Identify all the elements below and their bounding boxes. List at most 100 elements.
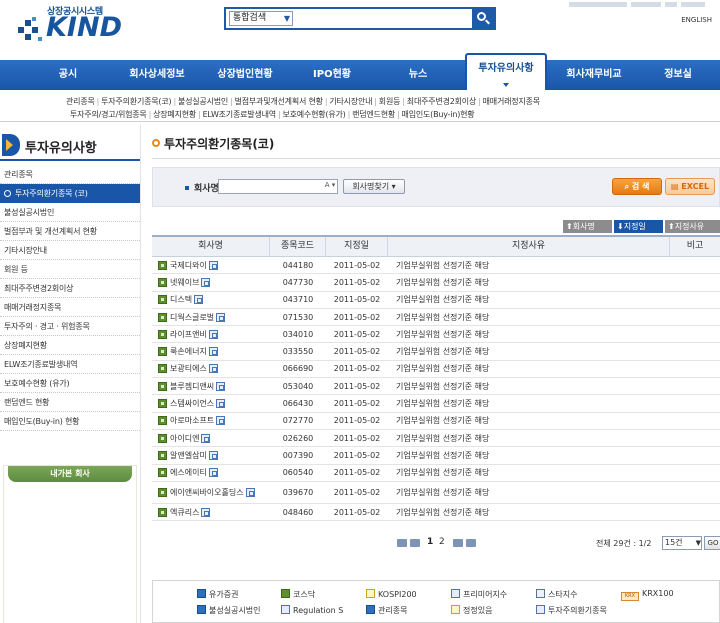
subnav-item[interactable]: 보호예수현황(유가) xyxy=(282,110,345,119)
next-page-icon[interactable] xyxy=(453,539,463,547)
sidebar-item-caution-kosdaq[interactable]: 투자주의환기종목 (코) xyxy=(0,184,140,203)
top-link[interactable] xyxy=(631,2,661,7)
kind-logo[interactable]: KIND xyxy=(18,12,128,45)
english-link[interactable]: ENGLISH xyxy=(681,16,712,24)
table-row[interactable]: 에스에이티 060540 2011-05-02 기업부실위험 선정기준 해당 xyxy=(152,465,720,482)
table-row[interactable]: 보광티에스 066690 2011-05-02 기업부실위험 선정기준 해당 xyxy=(152,361,720,379)
search-scope-select[interactable]: 통합검색 ▼ xyxy=(229,11,293,26)
sidebar-item-random-end[interactable]: 랜덤엔드 현황 xyxy=(0,393,140,412)
table-row[interactable]: 디스텍 043710 2011-05-02 기업부실위험 선정기준 해당 xyxy=(152,292,720,309)
top-link[interactable] xyxy=(665,2,677,7)
company-info-icon[interactable] xyxy=(216,399,226,409)
company-name[interactable]: 에이앤씨바이오홀딩스 xyxy=(170,487,244,498)
company-name[interactable]: 넷웨이브 xyxy=(170,277,199,288)
sidebar-item-other-notice[interactable]: 기타시장안내 xyxy=(0,241,140,260)
company-name[interactable]: 알앤엘삼미 xyxy=(170,450,207,461)
company-info-icon[interactable] xyxy=(208,329,218,339)
global-search-input[interactable] xyxy=(296,11,472,26)
company-info-icon[interactable] xyxy=(201,277,211,287)
company-cell[interactable]: 아이디엔 xyxy=(158,430,270,446)
company-name[interactable]: 스템싸이언스 xyxy=(170,398,214,409)
sidebar-item-elw[interactable]: ELW조기종료발생내역 xyxy=(0,355,140,374)
table-row[interactable]: 스템싸이언스 066430 2011-05-02 기업부실위험 선정기준 해당 xyxy=(152,395,720,413)
table-row[interactable]: 알앤엘삼미 007390 2011-05-02 기업부실위험 선정기준 해당 xyxy=(152,447,720,465)
find-company-button[interactable]: 회사명찾기 ▾ xyxy=(343,179,405,194)
nav-item-ipo[interactable]: IPO현황 xyxy=(302,60,362,90)
company-info-icon[interactable] xyxy=(216,312,226,322)
excel-download-button[interactable]: ▤ EXCEL xyxy=(665,178,715,195)
top-link[interactable] xyxy=(569,2,627,7)
nav-item-info-room[interactable]: 정보실 xyxy=(648,60,708,90)
go-button[interactable]: GO xyxy=(704,536,720,550)
autocomplete-toggle[interactable]: A ▾ xyxy=(321,179,339,194)
company-name[interactable]: 블루젬디앤씨 xyxy=(170,381,214,392)
company-cell[interactable]: 엑큐리스 xyxy=(158,504,270,520)
nav-item-investor-caution[interactable]: 투자유의사항 xyxy=(465,53,547,90)
subnav-item[interactable]: 회원등 xyxy=(379,97,401,106)
sidebar-item-major-shareholder[interactable]: 최대주주변경2회이상 xyxy=(0,279,140,298)
company-info-icon[interactable] xyxy=(216,416,226,426)
sort-by-name-button[interactable]: ⬆회사명 xyxy=(563,220,612,233)
page-number[interactable]: 2 xyxy=(439,537,445,547)
subnav-item[interactable]: ELW조기종료발생내역 xyxy=(203,110,277,119)
sort-by-date-button[interactable]: ⬇지정일 xyxy=(614,220,663,233)
subnav-item[interactable]: 관리종목 xyxy=(66,97,95,106)
subnav-item[interactable]: 랜덤엔드현황 xyxy=(352,110,395,119)
company-cell[interactable]: 블루젬디앤씨 xyxy=(158,378,270,394)
company-info-icon[interactable] xyxy=(216,381,226,391)
sidebar-item-members[interactable]: 회원 등 xyxy=(0,260,140,279)
company-info-icon[interactable] xyxy=(208,260,218,270)
company-cell[interactable]: 룩손에너지 xyxy=(158,343,270,359)
sort-by-reason-button[interactable]: ⬆지정사유 xyxy=(665,220,720,233)
first-page-icon[interactable] xyxy=(397,539,407,547)
table-row[interactable]: 아로마소프트 072770 2011-05-02 기업부실위험 선정기준 해당 xyxy=(152,413,720,430)
company-info-icon[interactable] xyxy=(208,468,218,478)
sidebar-item-admin-issue[interactable]: 관리종목 xyxy=(0,165,140,184)
company-name[interactable]: 에스에이티 xyxy=(170,467,207,478)
table-row[interactable]: 에이앤씨바이오홀딩스 039670 2011-05-02 기업부실위험 선정기준 해당 xyxy=(152,482,720,504)
page-number-current[interactable]: 1 xyxy=(427,537,433,547)
table-row[interactable]: 라이프앤비 034010 2011-05-02 기업부실위험 선정기준 해당 xyxy=(152,326,720,344)
nav-item-disclosure[interactable]: 공시 xyxy=(40,60,96,90)
sidebar-item-buy-in[interactable]: 매입인도(Buy-in) 현황 xyxy=(0,412,140,431)
company-name[interactable]: 보광티에스 xyxy=(170,363,207,374)
company-cell[interactable]: 디스텍 xyxy=(158,292,270,308)
subnav-item[interactable]: 투자주의/경고/위험종목 xyxy=(70,110,147,119)
company-name[interactable]: 룩손에너지 xyxy=(170,346,207,357)
sidebar-item-delisting[interactable]: 상장폐지현황 xyxy=(0,336,140,355)
sidebar-item-penalty[interactable]: 벌점부과 및 개선계획서 현황 xyxy=(0,222,140,241)
sidebar-item-lockup[interactable]: 보호예수현황 (유가) xyxy=(0,374,140,393)
company-info-icon[interactable] xyxy=(208,347,218,357)
company-cell[interactable]: 에이앤씨바이오홀딩스 xyxy=(158,482,270,503)
table-row[interactable]: 디웍스글로벌 071530 2011-05-02 기업부실위험 선정기준 해당 xyxy=(152,309,720,327)
company-info-icon[interactable] xyxy=(201,507,211,517)
company-cell[interactable]: 넷웨이브 xyxy=(158,274,270,290)
company-name[interactable]: 디스텍 xyxy=(170,294,192,305)
search-submit-button[interactable]: ⌕ 검 색 xyxy=(612,178,662,195)
nav-item-financial-compare[interactable]: 회사재무비교 xyxy=(555,60,633,90)
company-cell[interactable]: 디웍스글로벌 xyxy=(158,309,270,325)
company-cell[interactable]: 에스에이티 xyxy=(158,465,270,481)
company-name[interactable]: 엑큐리스 xyxy=(170,507,199,518)
company-name[interactable]: 아로마소프트 xyxy=(170,415,214,426)
table-row[interactable]: 넷웨이브 047730 2011-05-02 기업부실위험 선정기준 해당 xyxy=(152,274,720,292)
subnav-item[interactable]: 기타시장안내 xyxy=(329,97,372,106)
table-row[interactable]: 아이디엔 026260 2011-05-02 기업부실위험 선정기준 해당 xyxy=(152,430,720,448)
table-row[interactable]: 블루젬디앤씨 053040 2011-05-02 기업부실위험 선정기준 해당 xyxy=(152,378,720,396)
table-row[interactable]: 국제디와이 044180 2011-05-02 기업부실위험 선정기준 해당 xyxy=(152,257,720,275)
company-name[interactable]: 디웍스글로벌 xyxy=(170,312,214,323)
search-button[interactable] xyxy=(472,9,494,28)
table-row[interactable]: 엑큐리스 048460 2011-05-02 기업부실위험 선정기준 해당 xyxy=(152,504,720,522)
company-info-icon[interactable] xyxy=(208,450,218,460)
sidebar-item-trading-halt[interactable]: 매매거래정지종목 xyxy=(0,298,140,317)
company-name[interactable]: 국제디와이 xyxy=(170,260,207,271)
company-name[interactable]: 아이디엔 xyxy=(170,433,199,444)
company-info-icon[interactable] xyxy=(201,433,211,443)
nav-item-news[interactable]: 뉴스 xyxy=(390,60,446,90)
prev-page-icon[interactable] xyxy=(410,539,420,547)
subnav-item[interactable]: 상장폐지현황 xyxy=(153,110,196,119)
subnav-item[interactable]: 최대주주변경2회이상 xyxy=(407,97,477,106)
sidebar-item-unfaithful[interactable]: 불성실공시법인 xyxy=(0,203,140,222)
company-info-icon[interactable] xyxy=(194,295,204,305)
sidebar-item-warning[interactable]: 투자주의 · 경고 · 위험종목 xyxy=(0,317,140,336)
